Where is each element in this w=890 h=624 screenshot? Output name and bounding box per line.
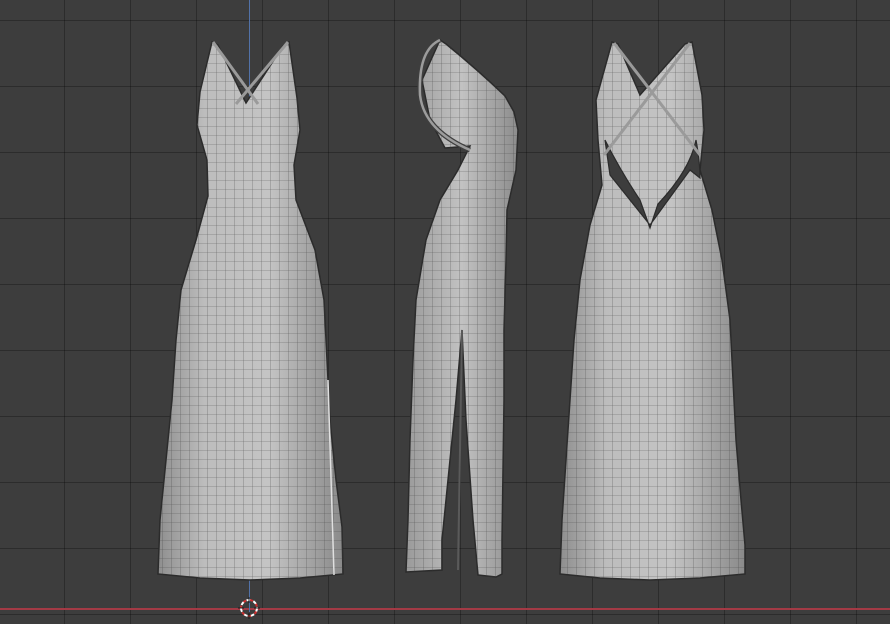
3d-cursor-icon[interactable] xyxy=(238,597,260,619)
dress-front-mesh[interactable] xyxy=(157,40,344,581)
dress-side-mesh[interactable] xyxy=(405,37,519,578)
3d-viewport[interactable] xyxy=(0,0,890,624)
model-layer xyxy=(157,37,746,581)
dress-back-mesh[interactable] xyxy=(559,41,746,581)
